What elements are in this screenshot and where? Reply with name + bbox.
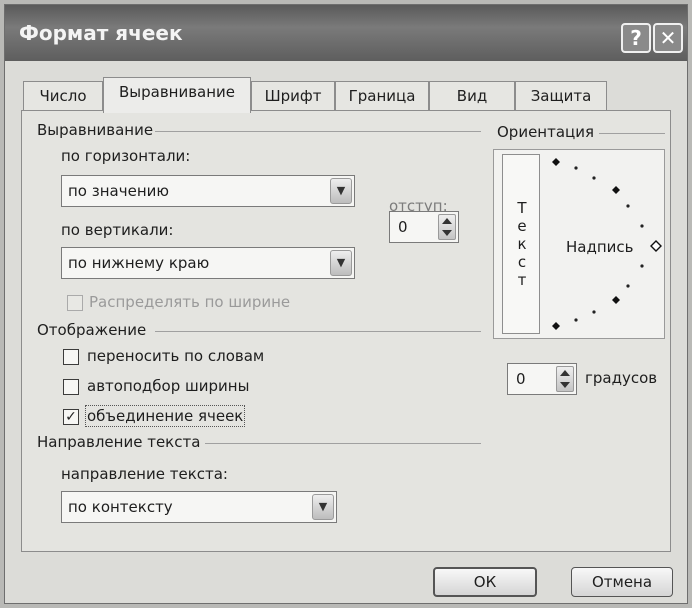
- display-group-divider: [155, 331, 481, 332]
- vertical-text-char: Т: [517, 199, 527, 217]
- vertical-label: по вертикали:: [61, 221, 174, 239]
- chevron-down-icon[interactable]: ▼: [312, 494, 334, 520]
- ok-button[interactable]: ОК: [433, 567, 537, 597]
- tab-border[interactable]: Граница: [335, 81, 429, 111]
- distribute-checkbox[interactable]: [67, 295, 83, 311]
- shrink-to-fit-checkbox[interactable]: [63, 379, 79, 395]
- spin-down-icon[interactable]: [442, 230, 452, 236]
- text-direction-value: по контексту: [68, 498, 173, 516]
- format-cells-dialog: Формат ячеек ? ✕ Число Выравнивание Шриф…: [4, 4, 688, 604]
- distribute-label: Распределять по ширине: [89, 293, 291, 311]
- horizontal-label: по горизонтали:: [61, 147, 191, 165]
- vertical-align-value: по нижнему краю: [68, 254, 210, 272]
- wrap-text-checkbox[interactable]: [63, 349, 79, 365]
- vertical-text-char: т: [517, 271, 527, 289]
- title-bar[interactable]: Формат ячеек ? ✕: [5, 5, 687, 61]
- merge-cells-checkbox[interactable]: ✓: [63, 409, 79, 425]
- alignment-group-divider: [155, 131, 481, 132]
- tab-alignment[interactable]: Выравнивание: [103, 77, 251, 113]
- text-direction-group-divider: [205, 443, 481, 444]
- degrees-spin-buttons[interactable]: [556, 366, 574, 392]
- tab-number[interactable]: Число: [23, 81, 103, 111]
- spin-up-icon[interactable]: [560, 370, 570, 376]
- chevron-down-icon[interactable]: ▼: [330, 250, 352, 276]
- checkmark-icon: ✓: [65, 409, 77, 425]
- spin-up-icon[interactable]: [442, 218, 452, 224]
- vertical-text-toggle[interactable]: Т е к с т: [502, 154, 540, 334]
- display-group-title: Отображение: [37, 321, 147, 339]
- text-direction-select[interactable]: по контексту ▼: [61, 491, 337, 523]
- degrees-label: градусов: [585, 369, 658, 387]
- tab-font[interactable]: Шрифт: [251, 81, 335, 111]
- close-button[interactable]: ✕: [653, 23, 683, 53]
- degrees-value: 0: [516, 370, 526, 388]
- vertical-text-char: к: [517, 235, 527, 253]
- text-direction-label: направление текста:: [61, 465, 228, 483]
- help-button[interactable]: ?: [621, 23, 651, 53]
- wrap-text-label: переносить по словам: [87, 347, 265, 365]
- indent-spin-buttons[interactable]: [438, 214, 456, 240]
- text-direction-group-title: Направление текста: [37, 433, 201, 451]
- horizontal-align-value: по значению: [68, 182, 170, 200]
- vertical-align-select[interactable]: по нижнему краю ▼: [61, 247, 355, 279]
- orientation-area: Т е к с т Надпись: [493, 149, 665, 339]
- orientation-dial[interactable]: Надпись: [546, 150, 664, 338]
- chevron-down-icon[interactable]: ▼: [330, 178, 352, 204]
- merge-cells-label: объединение ячеек: [84, 405, 246, 427]
- orientation-group-divider: [599, 133, 665, 134]
- orientation-group-title: Ориентация: [497, 123, 595, 141]
- shrink-to-fit-label: автоподбор ширины: [87, 377, 250, 395]
- alignment-group-title: Выравнивание: [37, 121, 154, 139]
- dial-text-label: Надпись: [566, 238, 634, 256]
- tab-fill[interactable]: Вид: [429, 81, 515, 111]
- spin-down-icon[interactable]: [560, 382, 570, 388]
- tab-protection[interactable]: Защита: [515, 81, 607, 111]
- cancel-button[interactable]: Отмена: [571, 567, 673, 597]
- horizontal-align-select[interactable]: по значению ▼: [61, 175, 355, 207]
- dialog-title: Формат ячеек: [19, 21, 183, 45]
- degrees-spinner[interactable]: 0: [507, 363, 577, 395]
- indent-value: 0: [398, 218, 408, 236]
- indent-spinner[interactable]: 0: [389, 211, 459, 243]
- vertical-text-char: е: [517, 217, 527, 235]
- vertical-text-char: с: [517, 253, 527, 271]
